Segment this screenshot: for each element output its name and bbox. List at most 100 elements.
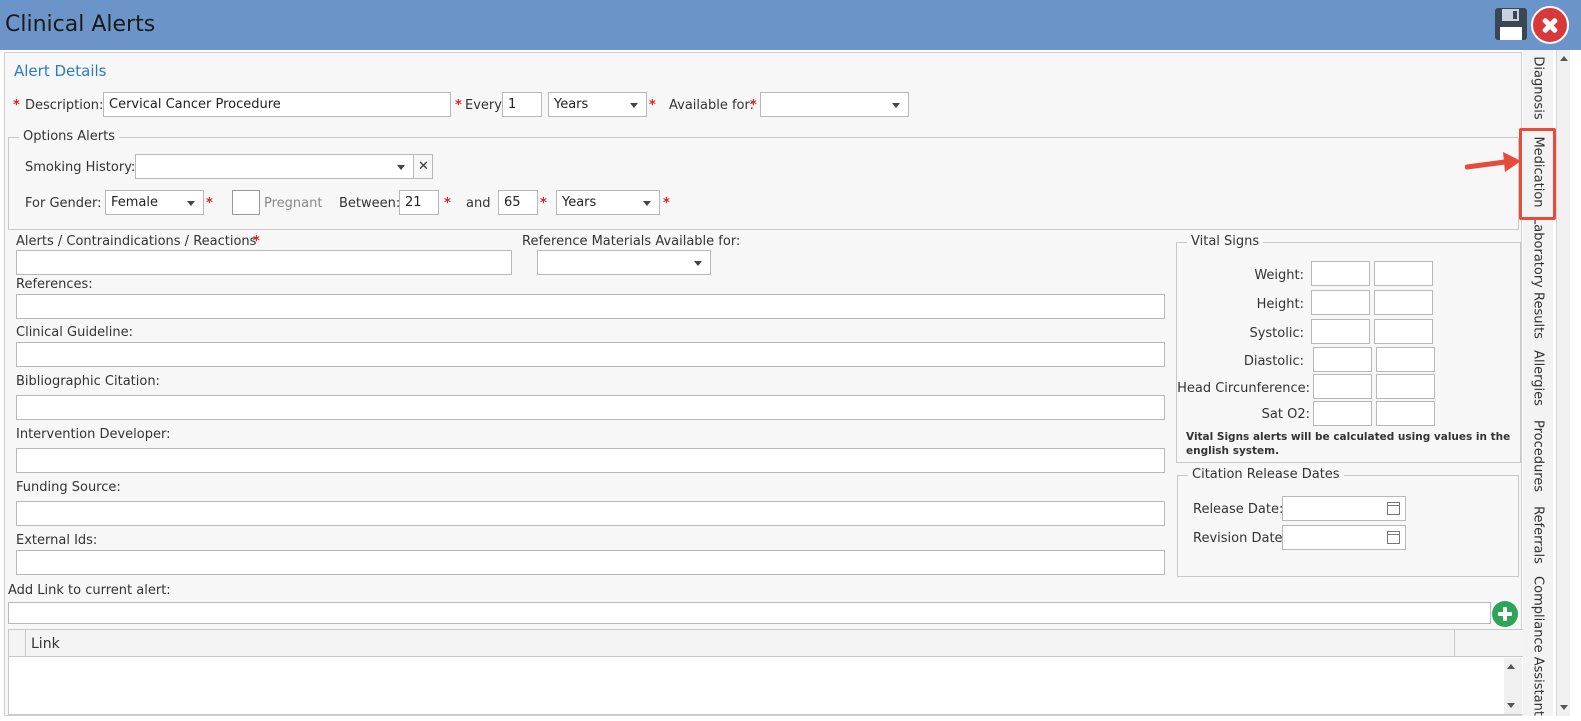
window-title: Clinical Alerts	[5, 12, 156, 37]
every-unit-select[interactable]: Years	[548, 92, 647, 117]
age-unit-select[interactable]: Years	[556, 190, 660, 215]
grid-scrollbar[interactable]	[1504, 658, 1522, 714]
intervention-input[interactable]	[16, 448, 1165, 473]
revision-date-input[interactable]	[1282, 525, 1406, 550]
smoking-clear-frame	[414, 154, 433, 179]
medication-tab-highlight	[1519, 128, 1556, 220]
scroll-up-icon[interactable]	[1560, 56, 1568, 61]
diastolic-label: Diastolic:	[1243, 354, 1304, 369]
required-mark: *	[455, 98, 462, 113]
between-label: Between:	[339, 196, 401, 211]
height-max-input[interactable]	[1374, 290, 1433, 315]
alert-details-title: Alert Details	[14, 62, 107, 80]
required-mark: *	[13, 98, 20, 113]
head-circumference-label: Head Circunference:	[1177, 381, 1310, 396]
scroll-down-icon[interactable]	[1560, 705, 1568, 710]
alerts-input[interactable]	[16, 250, 512, 275]
clinical-guideline-label: Clinical Guideline:	[16, 325, 134, 340]
sat-o2-max-input[interactable]	[1376, 401, 1435, 426]
sat-o2-label: Sat O2:	[1261, 407, 1310, 422]
funding-label: Funding Source:	[16, 480, 121, 495]
citation-dates-legend: Citation Release Dates	[1188, 467, 1344, 482]
tab-laboratory-results[interactable]: Laboratory Results	[1531, 217, 1546, 339]
tab-diagnosis[interactable]: Diagnosis	[1531, 56, 1546, 119]
weight-max-input[interactable]	[1374, 261, 1433, 286]
required-mark: *	[750, 98, 757, 113]
options-alerts-group: Options Alerts Smoking History: ✕ For Ge…	[8, 129, 1519, 230]
close-button[interactable]	[1531, 6, 1569, 44]
systolic-min-input[interactable]	[1311, 319, 1370, 344]
height-min-input[interactable]	[1311, 290, 1370, 315]
external-ids-label: External Ids:	[16, 533, 98, 548]
reference-materials-select[interactable]	[537, 250, 711, 275]
release-date-input[interactable]	[1282, 496, 1406, 521]
pregnant-checkbox[interactable]	[232, 190, 260, 215]
grid-divider	[25, 630, 26, 657]
head-circumference-max-input[interactable]	[1376, 374, 1435, 399]
required-mark: *	[663, 196, 670, 211]
grid-divider	[1454, 630, 1455, 657]
gender-label: For Gender:	[25, 196, 102, 211]
pregnant-label: Pregnant	[264, 196, 323, 211]
available-for-select[interactable]	[760, 92, 909, 117]
save-button[interactable]	[1493, 6, 1529, 42]
revision-date-label: Revision Date:	[1193, 531, 1287, 546]
reference-materials-label: Reference Materials Available for:	[522, 234, 741, 249]
clinical-guideline-input[interactable]	[16, 342, 1165, 367]
tab-procedures[interactable]: Procedures	[1531, 420, 1546, 492]
pointer-arrow-icon	[1465, 152, 1521, 172]
grid-scroll-down-icon[interactable]	[1507, 703, 1515, 708]
page-scrollbar[interactable]	[1556, 50, 1570, 716]
description-label: Description:	[25, 98, 104, 113]
tab-compliance-assistant[interactable]: Compliance Assistant	[1531, 576, 1546, 716]
smoking-history-select[interactable]	[135, 154, 414, 179]
weight-label: Weight:	[1254, 268, 1304, 283]
head-circumference-min-input[interactable]	[1313, 374, 1372, 399]
tab-allergies[interactable]: Allergies	[1531, 350, 1546, 406]
vital-signs-note: Vital Signs alerts will be calculated us…	[1186, 431, 1511, 457]
required-mark: *	[649, 98, 656, 113]
required-mark: *	[444, 196, 451, 211]
smoking-history-label: Smoking History:	[25, 160, 136, 175]
height-label: Height:	[1256, 297, 1304, 312]
systolic-label: Systolic:	[1249, 326, 1304, 341]
diastolic-min-input[interactable]	[1313, 347, 1372, 372]
sat-o2-min-input[interactable]	[1313, 401, 1372, 426]
systolic-max-input[interactable]	[1374, 319, 1433, 344]
links-grid-header: Link	[9, 630, 1523, 657]
gender-select[interactable]: Female	[105, 190, 204, 215]
age-from-input[interactable]: 21	[399, 190, 439, 215]
calendar-icon[interactable]	[1387, 502, 1400, 515]
external-ids-input[interactable]	[16, 550, 1165, 575]
add-link-button[interactable]	[1492, 601, 1518, 627]
options-alerts-legend: Options Alerts	[19, 129, 120, 144]
title-bar: Clinical Alerts	[0, 0, 1581, 50]
funding-input[interactable]	[16, 501, 1165, 526]
description-input[interactable]: Cervical Cancer Procedure	[103, 92, 451, 117]
weight-min-input[interactable]	[1311, 261, 1370, 286]
floppy-disk-icon	[1495, 8, 1527, 40]
intervention-label: Intervention Developer:	[16, 427, 171, 442]
age-to-input[interactable]: 65	[498, 190, 538, 215]
citation-dates-group: Citation Release Dates Release Date: Rev…	[1177, 467, 1519, 577]
calendar-icon[interactable]	[1387, 531, 1400, 544]
alerts-label: Alerts / Contraindications / Reactions	[16, 234, 257, 249]
vital-signs-group: Vital Signs Weight: Height: Systolic: Di…	[1176, 234, 1521, 463]
release-date-label: Release Date:	[1193, 502, 1284, 517]
link-column-header[interactable]: Link	[31, 636, 60, 652]
tab-referrals[interactable]: Referrals	[1531, 506, 1546, 564]
required-mark: *	[206, 196, 213, 211]
bibliographic-input[interactable]	[16, 395, 1165, 420]
alert-form: Alert Details * Description: Cervical Ca…	[4, 52, 1524, 716]
required-mark: *	[540, 196, 547, 211]
references-input[interactable]	[16, 294, 1165, 319]
and-label: and	[466, 196, 491, 211]
every-label: Every:	[465, 98, 506, 113]
grid-scroll-up-icon[interactable]	[1507, 664, 1515, 669]
bibliographic-label: Bibliographic Citation:	[16, 374, 160, 389]
diastolic-max-input[interactable]	[1376, 347, 1435, 372]
required-mark: *	[253, 234, 260, 249]
add-link-input[interactable]	[8, 602, 1491, 624]
every-input[interactable]: 1	[502, 92, 542, 117]
vital-signs-legend: Vital Signs	[1187, 234, 1264, 249]
